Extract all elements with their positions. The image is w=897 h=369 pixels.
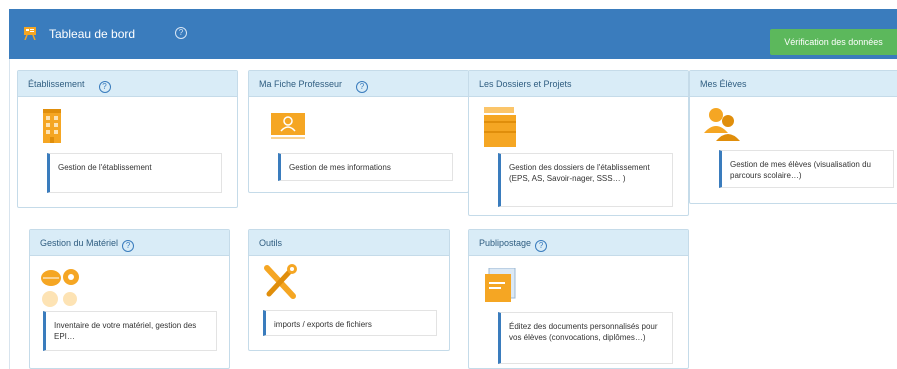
building-icon	[43, 109, 61, 143]
users-icon	[704, 108, 740, 141]
verify-data-button[interactable]: Vérification des données	[770, 29, 897, 55]
panel-description: Gestion de mes élèves (visualisation du …	[719, 150, 894, 188]
help-icon[interactable]: ?	[535, 240, 548, 252]
panel-header: Publipostage?	[469, 230, 688, 256]
panel-etablissement[interactable]: Établissement? Gestion de l'établissemen…	[17, 70, 238, 208]
help-icon[interactable]: ?	[356, 81, 369, 93]
question-circle-icon[interactable]: ?	[175, 27, 187, 39]
panel-description: Éditez des documents personnalisés pour …	[498, 312, 673, 364]
panel-description: Inventaire de votre matériel, gestion de…	[43, 311, 217, 351]
panel-title: Les Dossiers et Projets	[479, 79, 572, 89]
help-icon[interactable]: ?	[122, 240, 135, 252]
panel-title: Publipostage	[479, 238, 532, 248]
panel-title: Gestion du Matériel	[40, 238, 119, 248]
panel-title: Ma Fiche Professeur	[259, 79, 343, 89]
panel-description: Gestion de l'établissement	[47, 153, 222, 193]
panel-header: Outils	[249, 230, 449, 256]
panel-publipostage[interactable]: Publipostage? Éditez des documents perso…	[468, 229, 689, 369]
panel-fiche-professeur[interactable]: Ma Fiche Professeur? Gestion de mes info…	[248, 70, 469, 193]
dashboard-header: Tableau de bord ? Vérification des donné…	[9, 9, 897, 59]
panel-mes-eleves[interactable]: Mes Élèves Gestion de mes élèves (visual…	[689, 70, 897, 204]
panel-outils[interactable]: Outils imports / exports de fichiers	[248, 229, 450, 351]
panel-header: Ma Fiche Professeur?	[249, 71, 468, 97]
panel-description: Gestion des dossiers de l'établissement …	[498, 153, 673, 207]
tools-icon	[264, 264, 297, 299]
dashboard-easel-icon	[24, 27, 36, 40]
panel-title: Établissement	[28, 79, 85, 89]
panel-gestion-materiel[interactable]: Gestion du Matériel? Inventaire de votre…	[29, 229, 230, 369]
panel-title: Mes Élèves	[700, 79, 747, 89]
panel-header: Gestion du Matériel?	[30, 230, 229, 256]
panel-description: imports / exports de fichiers	[263, 310, 437, 336]
folders-icon	[484, 107, 516, 147]
panel-header: Mes Élèves	[690, 71, 897, 97]
panel-description: Gestion de mes informations	[278, 153, 453, 181]
panel-header: Les Dossiers et Projets	[469, 71, 688, 97]
panel-title: Outils	[259, 238, 283, 248]
id-card-icon	[271, 113, 305, 139]
mail-merge-icon	[485, 268, 516, 302]
panel-header: Établissement?	[18, 71, 237, 97]
sport-balls-icon	[41, 269, 79, 307]
panel-dossiers-projets[interactable]: Les Dossiers et Projets Gestion des doss…	[468, 70, 689, 216]
help-icon[interactable]: ?	[98, 81, 111, 93]
content-left-border	[9, 59, 10, 369]
page-title: Tableau de bord	[49, 27, 136, 41]
